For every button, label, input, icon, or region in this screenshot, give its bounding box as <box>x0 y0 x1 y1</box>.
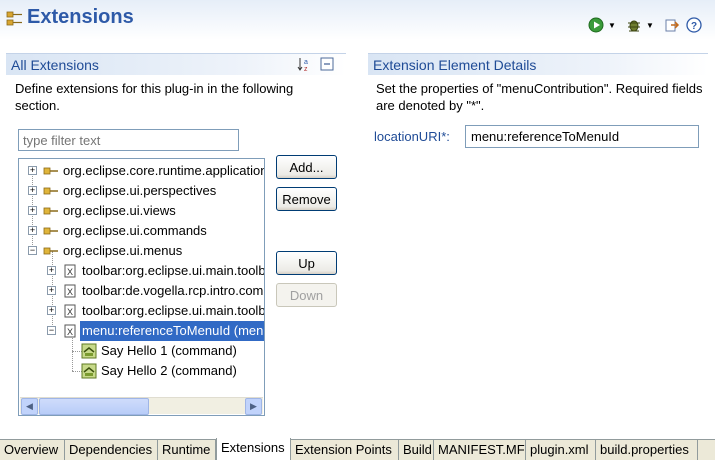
header-toolbar: ▼ ▼ ? <box>587 15 703 35</box>
editor-tab-bar: Overview Dependencies Runtime Extensions… <box>0 438 715 460</box>
tab-overview[interactable]: Overview <box>0 440 65 460</box>
location-uri-field[interactable] <box>465 125 699 148</box>
extension-point-icon <box>43 167 58 175</box>
xml-element-icon: X <box>64 324 76 338</box>
tree-item-element[interactable]: + X toolbar:org.eclipse.ui.main.toolbar <box>19 301 265 321</box>
svg-text:X: X <box>67 267 73 277</box>
tree-item-extension[interactable]: − org.eclipse.ui.menus <box>19 241 264 261</box>
tree-item-label: menu:referenceToMenuId (menuContribution… <box>80 321 264 341</box>
tab-extensions[interactable]: Extensions <box>216 438 291 460</box>
tree-item-label: org.eclipse.ui.views <box>63 203 176 218</box>
scroll-right-icon[interactable]: ▶ <box>245 398 262 415</box>
element-details-section-title: Extension Element Details <box>368 53 708 75</box>
expand-plus-icon[interactable]: + <box>47 306 56 315</box>
location-uri-label: locationURI*: <box>374 129 450 144</box>
scroll-thumb[interactable] <box>39 398 149 415</box>
tree-item-element[interactable]: + X toolbar:org.eclipse.ui.main.toolbar <box>19 261 265 281</box>
up-button[interactable]: Up <box>276 251 337 275</box>
tree-item-extension[interactable]: + org.eclipse.core.runtime.applications <box>19 161 265 181</box>
command-icon <box>81 343 97 359</box>
export-icon[interactable] <box>663 16 681 34</box>
expand-plus-icon[interactable]: + <box>47 266 56 275</box>
add-button[interactable]: Add... <box>276 155 337 179</box>
xml-element-icon: X <box>64 264 76 278</box>
svg-text:?: ? <box>691 21 697 32</box>
extension-point-icon <box>43 207 58 215</box>
svg-text:X: X <box>67 327 73 337</box>
run-dropdown-icon[interactable]: ▼ <box>607 16 617 34</box>
expand-plus-icon[interactable]: + <box>47 286 56 295</box>
tree-item-label: org.eclipse.ui.perspectives <box>63 183 217 198</box>
tree-item-extension[interactable]: + org.eclipse.ui.views <box>19 201 264 221</box>
tab-dependencies[interactable]: Dependencies <box>65 440 158 460</box>
tab-manifest[interactable]: MANIFEST.MF <box>434 440 526 460</box>
extension-point-icon <box>43 247 58 255</box>
tree-item-label: org.eclipse.core.runtime.applications <box>63 163 265 178</box>
tree-item-label: toolbar:org.eclipse.ui.main.toolbar <box>82 303 265 318</box>
extension-point-icon <box>43 227 58 235</box>
command-icon <box>81 363 97 379</box>
collapse-minus-icon[interactable]: − <box>28 246 37 255</box>
tree-item-label: org.eclipse.ui.menus <box>63 243 183 258</box>
debug-dropdown-icon[interactable]: ▼ <box>645 16 655 34</box>
element-details-description: Set the properties of "menuContribution"… <box>376 81 703 113</box>
tree-item-extension[interactable]: + org.eclipse.ui.commands <box>19 221 264 241</box>
plugin-icon <box>6 11 22 26</box>
expand-plus-icon[interactable]: + <box>28 226 37 235</box>
tree-item-label: Say Hello 2 (command) <box>101 363 237 378</box>
down-button[interactable]: Down <box>276 283 337 307</box>
tab-extension-points[interactable]: Extension Points <box>291 440 399 460</box>
expand-plus-icon[interactable]: + <box>28 206 37 215</box>
editor-header: Extensions ▼ ▼ ? <box>0 0 715 40</box>
page-title: Extensions <box>27 6 134 28</box>
xml-element-icon: X <box>64 284 76 298</box>
all-extensions-title-text: All Extensions <box>11 57 99 73</box>
extensions-tree[interactable]: + org.eclipse.core.runtime.applications … <box>18 158 265 416</box>
element-details-title-text: Extension Element Details <box>373 57 537 73</box>
tab-runtime[interactable]: Runtime <box>158 440 216 460</box>
xml-element-icon: X <box>64 304 76 318</box>
tree-item-label: org.eclipse.ui.commands <box>63 223 207 238</box>
run-icon[interactable] <box>587 16 605 34</box>
all-extensions-description: Define extensions for this plug-in in th… <box>15 81 294 113</box>
debug-icon[interactable] <box>625 16 643 34</box>
all-extensions-section-title: All Extensions <box>6 53 346 75</box>
collapse-all-icon[interactable] <box>320 57 335 72</box>
expand-plus-icon[interactable]: + <box>28 166 37 175</box>
svg-text:z: z <box>304 66 308 72</box>
extension-point-icon <box>43 187 58 195</box>
tree-item-label: toolbar:de.vogella.rcp.intro.commands <box>82 283 264 298</box>
tree-item-command[interactable]: Say Hello 2 (command) <box>19 361 264 381</box>
tree-item-command[interactable]: Say Hello 1 (command) <box>19 341 264 361</box>
tree-horizontal-scrollbar[interactable]: ◀ ▶ <box>20 397 263 415</box>
svg-text:a: a <box>304 59 308 66</box>
sort-alpha-icon[interactable]: az <box>297 56 313 73</box>
svg-text:X: X <box>67 287 73 297</box>
tree-item-element[interactable]: + X toolbar:de.vogella.rcp.intro.command… <box>19 281 264 301</box>
help-icon[interactable]: ? <box>685 16 703 34</box>
tree-item-label: Say Hello 1 (command) <box>101 343 237 358</box>
tree-item-extension[interactable]: + org.eclipse.ui.perspectives <box>19 181 264 201</box>
tree-item-label: toolbar:org.eclipse.ui.main.toolbar <box>82 263 265 278</box>
tree-item-element-selected[interactable]: − X menu:referenceToMenuId (menuContribu… <box>19 321 264 341</box>
expand-plus-icon[interactable]: + <box>28 186 37 195</box>
remove-button[interactable]: Remove <box>276 187 337 211</box>
tab-plugin-xml[interactable]: plugin.xml <box>526 440 596 460</box>
tab-build[interactable]: Build <box>399 440 434 460</box>
filter-input[interactable] <box>18 129 239 151</box>
svg-text:X: X <box>67 307 73 317</box>
scroll-left-icon[interactable]: ◀ <box>21 398 38 415</box>
tab-build-properties[interactable]: build.properties <box>596 440 698 460</box>
collapse-minus-icon[interactable]: − <box>47 326 56 335</box>
